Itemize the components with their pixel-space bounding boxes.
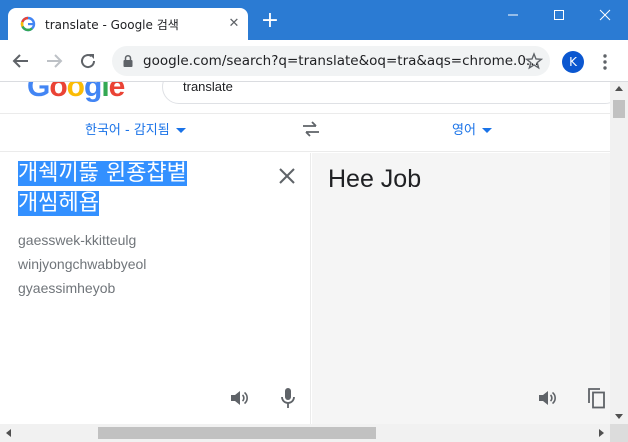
back-arrow-icon[interactable]	[9, 49, 33, 73]
new-tab-button[interactable]: +	[260, 10, 280, 32]
source-language-select[interactable]: 한국어 - 감지됨	[85, 119, 186, 138]
selected-source-line[interactable]: 개쉑끼뜷 윈죵챱볕	[18, 161, 187, 186]
lock-icon[interactable]	[121, 54, 135, 68]
url-text[interactable]: google.com/search?q=translate&oq=tra&aqs…	[143, 53, 539, 69]
speaker-icon[interactable]	[536, 387, 558, 409]
romanization: gaesswek-kkitteulg winjyongchwabbyeol gy…	[18, 228, 146, 300]
maximize-window-icon[interactable]	[536, 0, 582, 30]
search-query[interactable]: translate	[183, 82, 233, 94]
selected-source-line[interactable]: 개씸헤욥	[18, 191, 99, 216]
google-search-header: Google translate	[0, 82, 610, 114]
translation-output: Hee Job	[328, 165, 422, 193]
scrollbar-corner	[610, 424, 628, 442]
logo-letter: e	[108, 82, 126, 103]
scroll-down-icon[interactable]	[615, 414, 623, 419]
chevron-down-icon	[481, 128, 492, 133]
scroll-up-icon[interactable]	[615, 86, 623, 91]
target-language-select[interactable]: 영어	[452, 119, 492, 138]
reload-icon[interactable]	[76, 49, 100, 73]
swap-languages-icon[interactable]	[300, 118, 322, 140]
google-logo[interactable]: Google	[27, 82, 126, 104]
scroll-right-icon[interactable]	[599, 429, 604, 437]
logo-letter: G	[27, 82, 50, 103]
google-favicon-icon	[20, 16, 36, 32]
source-language-label: 한국어 - 감지됨	[85, 123, 170, 138]
tab-close-icon[interactable]: ✕	[226, 16, 242, 32]
vertical-scroll-thumb[interactable]	[613, 100, 625, 118]
close-icon[interactable]	[276, 165, 298, 187]
logo-letter: g	[84, 82, 102, 103]
bookmark-star-icon[interactable]	[525, 52, 543, 70]
microphone-icon[interactable]	[278, 386, 298, 410]
address-bar[interactable]: google.com/search?q=translate&oq=tra&aqs…	[112, 46, 550, 76]
source-text-input[interactable]: 개쉑끼뜷 윈죵챱볕 개씸헤욥	[18, 159, 258, 219]
speaker-icon[interactable]	[228, 387, 250, 409]
minimize-window-icon[interactable]	[490, 0, 536, 30]
chevron-down-icon	[175, 128, 186, 133]
logo-letter: l	[101, 82, 109, 103]
logo-letter: o	[49, 82, 67, 103]
vertical-scrollbar[interactable]	[610, 82, 628, 424]
logo-letter: o	[66, 82, 85, 103]
forward-arrow-icon[interactable]	[42, 49, 66, 73]
browser-title-bar: translate - Google 검색 ✕ +	[0, 0, 628, 40]
horizontal-scrollbar[interactable]	[0, 424, 610, 442]
browser-tab[interactable]: translate - Google 검색 ✕	[8, 8, 248, 40]
target-language-label: 영어	[452, 123, 476, 138]
romanization-line: winjyongchwabbyeol	[18, 256, 147, 272]
romanization-line: gyaessimheyob	[18, 280, 116, 296]
translation-pane: Hee Job	[312, 153, 610, 424]
source-text-pane[interactable]: 개쉑끼뜷 윈죵챱볕 개씸헤욥 gaesswek-kkitteulg winjyo…	[0, 153, 311, 424]
tab-title: translate - Google 검색	[45, 18, 179, 32]
search-input[interactable]: translate	[162, 82, 610, 104]
page-content: Google translate 한국어 - 감지됨 영어 개쉑끼뜷 윈죵챱볕 …	[0, 82, 610, 424]
browser-toolbar: google.com/search?q=translate&oq=tra&aqs…	[0, 40, 628, 82]
horizontal-scroll-thumb[interactable]	[98, 427, 376, 439]
copy-icon[interactable]	[586, 386, 608, 410]
language-bar: 한국어 - 감지됨 영어	[0, 114, 610, 152]
romanization-line: gaesswek-kkitteulg	[18, 232, 137, 248]
kebab-menu-icon[interactable]	[596, 52, 614, 72]
profile-avatar[interactable]: K	[562, 51, 584, 73]
close-window-icon[interactable]	[582, 0, 628, 30]
scroll-left-icon[interactable]	[6, 429, 11, 437]
